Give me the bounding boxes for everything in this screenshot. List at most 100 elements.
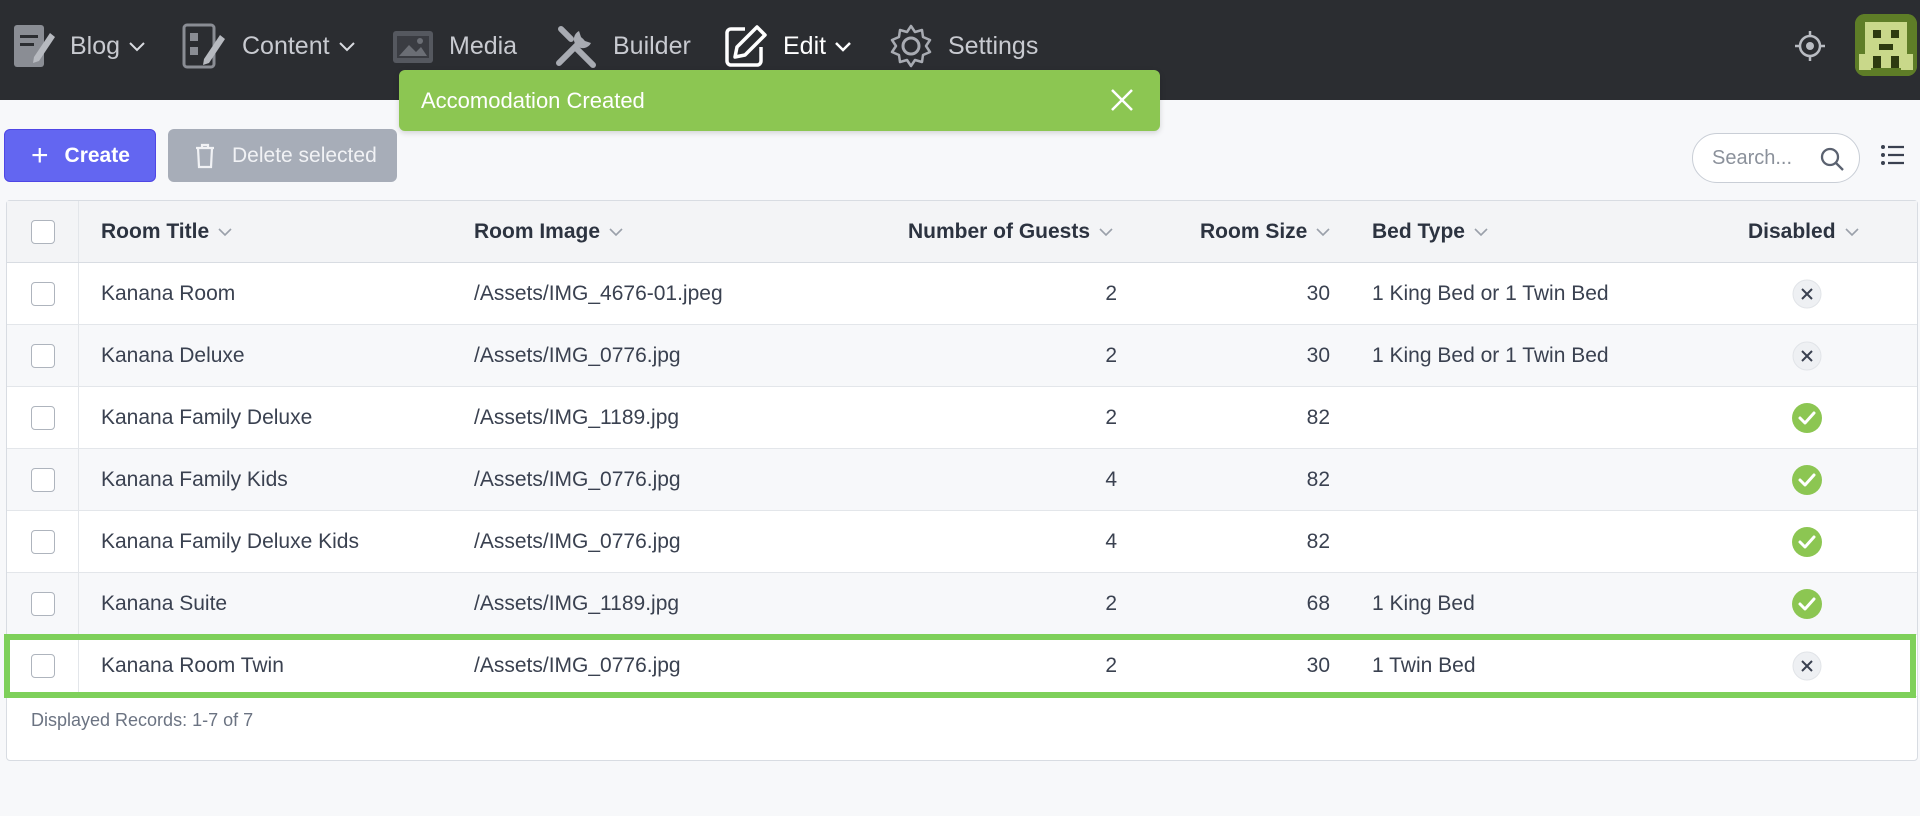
chevron-down-icon	[217, 227, 233, 237]
column-header-label: Room Title	[101, 220, 210, 243]
column-header-room-image[interactable]: Room Image	[474, 201, 624, 263]
cell-room-size: 82	[1306, 468, 1330, 491]
cell-room-image: /Assets/IMG_4676-01.jpeg	[474, 282, 723, 305]
column-header-label: Room Image	[474, 220, 601, 243]
chevron-down-icon	[1315, 227, 1331, 237]
cell-room-size: 30	[1306, 344, 1330, 367]
close-icon[interactable]	[1108, 86, 1136, 114]
cell-room-title: Kanana Family Kids	[101, 468, 288, 491]
column-header-label: Room Size	[1200, 220, 1308, 243]
column-header-bed-type[interactable]: Bed Type	[1372, 201, 1489, 263]
column-divider	[78, 635, 79, 696]
table-row[interactable]: Kanana Suite/Assets/IMG_1189.jpg 2 68 1 Kin…	[7, 573, 1917, 635]
cell-room-title: Kanana Room Twin	[101, 654, 284, 677]
nav-blog[interactable]: Blog	[12, 14, 146, 78]
cell-number-of-guests: 2	[1105, 406, 1117, 429]
check-circle-icon	[1792, 527, 1822, 557]
avatar[interactable]	[1855, 14, 1917, 76]
toast-message: Accomodation Created	[421, 87, 645, 113]
column-divider	[78, 511, 79, 572]
create-button-label: Create	[64, 143, 130, 167]
column-divider	[78, 449, 79, 510]
check-circle-icon	[1792, 465, 1822, 495]
row-checkbox[interactable]	[31, 654, 55, 678]
chevron-down-icon	[128, 40, 146, 52]
cell-bed-type: 1 King Bed or 1 Twin Bed	[1372, 344, 1609, 367]
column-divider	[78, 387, 79, 448]
cell-room-image: /Assets/IMG_0776.jpg	[474, 530, 681, 553]
cell-room-size: 30	[1306, 282, 1330, 305]
search-box[interactable]	[1692, 133, 1860, 183]
cell-number-of-guests: 2	[1105, 592, 1117, 615]
row-checkbox[interactable]	[31, 344, 55, 368]
cell-room-title: Kanana Room	[101, 282, 236, 305]
nav-media-label: Media	[449, 31, 518, 60]
check-circle-icon	[1792, 403, 1822, 433]
row-checkbox[interactable]	[31, 406, 55, 430]
table-row[interactable]: Kanana Family Deluxe Kids/Assets/IMG_077…	[7, 511, 1917, 573]
column-divider	[78, 325, 79, 386]
table-row[interactable]: Kanana Family Deluxe/Assets/IMG_1189.jpg…	[7, 387, 1917, 449]
nav-media[interactable]: Media	[391, 14, 517, 78]
content-icon	[182, 21, 228, 71]
list-view-icon[interactable]	[1880, 142, 1906, 168]
plus-icon: +	[31, 138, 49, 172]
trash-icon	[194, 143, 216, 169]
row-checkbox[interactable]	[31, 282, 55, 306]
nav-builder-label: Builder	[613, 31, 691, 60]
cell-room-size: 82	[1306, 530, 1330, 553]
search-input[interactable]	[1712, 146, 1812, 170]
cell-room-image: /Assets/IMG_1189.jpg	[474, 406, 680, 429]
edit-icon	[723, 23, 769, 69]
locate-icon[interactable]	[1790, 26, 1830, 66]
success-toast: Accomodation Created	[399, 70, 1160, 131]
nav-settings-label: Settings	[948, 31, 1039, 60]
column-header-label: Disabled	[1748, 220, 1836, 243]
cell-bed-type: 1 King Bed or 1 Twin Bed	[1372, 282, 1609, 305]
select-all-checkbox[interactable]	[31, 220, 55, 244]
table-row[interactable]: Kanana Family Kids/Assets/IMG_0776.jpg 4 8…	[7, 449, 1917, 511]
nav-blog-label: Blog	[70, 31, 121, 60]
cell-room-title: Kanana Family Deluxe	[101, 406, 313, 429]
column-header-room-size[interactable]: Room Size	[1200, 201, 1331, 263]
nav-content[interactable]: Content	[182, 14, 356, 78]
cell-room-title: Kanana Deluxe	[101, 344, 245, 367]
chevron-down-icon	[608, 227, 624, 237]
nav-edit[interactable]: Edit	[723, 14, 852, 78]
check-circle-icon	[1792, 589, 1822, 619]
builder-icon	[553, 23, 599, 69]
media-icon	[391, 25, 435, 67]
row-checkbox[interactable]	[31, 592, 55, 616]
x-circle-icon	[1792, 279, 1822, 309]
nav-builder[interactable]: Builder	[553, 14, 691, 78]
chevron-down-icon	[834, 40, 852, 52]
chevron-down-icon	[1473, 227, 1489, 237]
cell-room-size: 68	[1306, 592, 1330, 615]
table-row[interactable]: Kanana Room/Assets/IMG_4676-01.jpeg 2 30 1 …	[7, 263, 1917, 325]
table-header: Room Title Room Image Number of Guests R…	[7, 201, 1917, 263]
column-header-room-title[interactable]: Room Title	[101, 201, 233, 263]
cell-bed-type: 1 King Bed	[1372, 592, 1475, 615]
cell-room-image: /Assets/IMG_0776.jpg	[474, 468, 681, 491]
column-header-number-of-guests[interactable]: Number of Guests	[908, 201, 1114, 263]
create-button[interactable]: + Create	[4, 129, 156, 182]
search-icon[interactable]	[1819, 146, 1845, 177]
cell-number-of-guests: 2	[1105, 654, 1117, 677]
table-row[interactable]: Kanana Deluxe/Assets/IMG_0776.jpg 2 30 1 Ki…	[7, 325, 1917, 387]
column-header-disabled[interactable]: Disabled	[1748, 201, 1860, 263]
column-divider	[78, 201, 79, 262]
row-checkbox[interactable]	[31, 468, 55, 492]
x-circle-icon	[1792, 341, 1822, 371]
row-checkbox[interactable]	[31, 530, 55, 554]
delete-selected-button[interactable]: Delete selected	[168, 129, 397, 182]
cell-room-title: Kanana Family Deluxe Kids	[101, 530, 359, 553]
nav-settings[interactable]: Settings	[888, 14, 1038, 78]
nav-content-label: Content	[242, 31, 330, 60]
x-circle-icon	[1792, 651, 1822, 681]
cell-room-image: /Assets/IMG_1189.jpg	[474, 592, 680, 615]
cell-number-of-guests: 4	[1105, 530, 1117, 553]
cell-room-size: 30	[1306, 654, 1330, 677]
table-row[interactable]: Kanana Room Twin/Assets/IMG_0776.jpg 2 30 1…	[7, 635, 1917, 697]
cell-number-of-guests: 2	[1105, 344, 1117, 367]
cell-number-of-guests: 2	[1105, 282, 1117, 305]
